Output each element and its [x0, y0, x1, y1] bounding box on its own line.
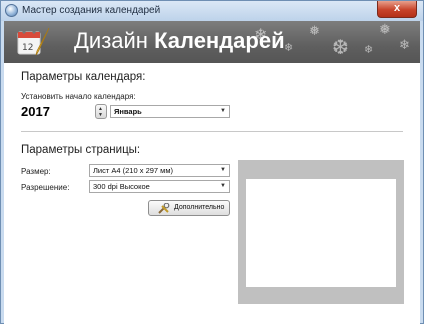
resolution-select-value: 300 dpi Высокое — [93, 182, 150, 191]
chevron-down-icon: ▼ — [220, 108, 226, 114]
window-title: Мастер создания календарей — [22, 5, 161, 16]
snowflake-icon: ❅ — [309, 23, 320, 38]
calendar-pen-icon: 12 — [17, 27, 50, 56]
wizard-window: Мастер создания календарей x 12 Дизайн К… — [0, 0, 424, 325]
size-select[interactable]: Лист A4 (210 x 297 мм) ▼ — [89, 164, 230, 177]
year-spinner[interactable]: ▲ ▼ — [95, 104, 107, 119]
advanced-button[interactable]: Дополнительно — [148, 200, 230, 216]
page-params-heading: Параметры страницы: — [21, 144, 141, 156]
start-label: Установить начало календаря: — [21, 92, 136, 101]
month-select[interactable]: Январь ▼ — [110, 105, 230, 118]
snowflake-icon: ❄ — [399, 37, 410, 52]
snowflake-icon: ❄ — [254, 27, 268, 44]
section-divider — [21, 131, 403, 132]
size-select-value: Лист A4 (210 x 297 мм) — [93, 166, 173, 175]
close-icon: x — [393, 2, 401, 14]
header-banner: 12 Дизайн Календарей ❄ ❄ ❅ ❆ ❄ ❅ ❄ — [4, 21, 420, 63]
snowflake-icon: ❆ — [332, 37, 349, 59]
snowflake-icon: ❅ — [379, 21, 391, 37]
svg-text:12: 12 — [22, 43, 33, 53]
banner-title-light: Дизайн — [74, 28, 148, 53]
size-label: Размер: — [21, 167, 51, 176]
page-preview — [238, 160, 404, 304]
title-bar[interactable]: Мастер создания календарей x — [1, 1, 423, 21]
chevron-down-icon: ▼ — [220, 167, 226, 173]
chevron-down-icon: ▼ — [220, 183, 226, 189]
advanced-button-label: Дополнительно — [174, 204, 225, 211]
snowflake-icon: ❄ — [364, 44, 374, 56]
year-field[interactable]: 2017 — [21, 104, 91, 119]
app-icon — [5, 4, 18, 17]
spin-down-icon: ▼ — [98, 112, 103, 118]
calendar-params-heading: Параметры календаря: — [21, 71, 146, 83]
month-select-value: Январь — [114, 107, 142, 116]
close-button[interactable]: x — [377, 1, 417, 18]
resolution-select[interactable]: 300 dpi Высокое ▼ — [89, 180, 230, 193]
tools-icon — [158, 203, 170, 214]
preview-page — [246, 179, 396, 287]
resolution-label: Разрешение: — [21, 183, 70, 192]
snowflake-icon: ❄ — [284, 42, 294, 54]
